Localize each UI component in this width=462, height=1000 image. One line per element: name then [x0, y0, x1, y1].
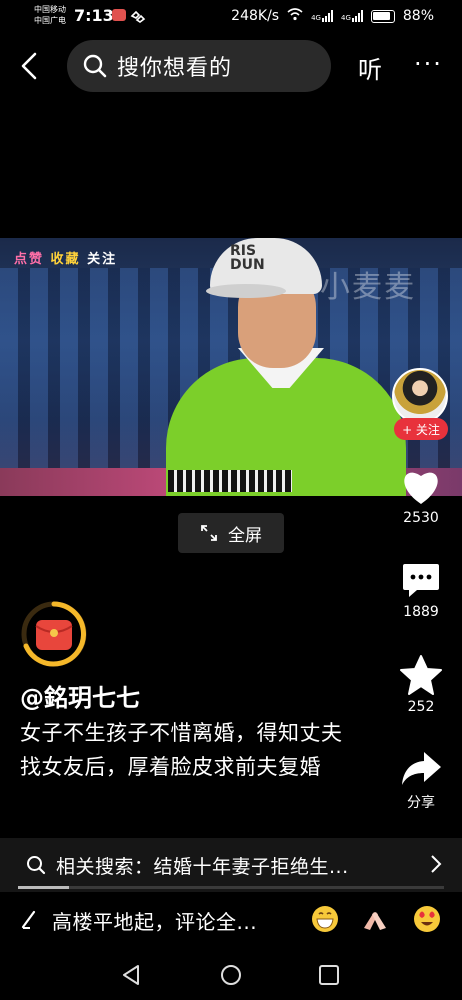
heart-eyes-face-icon [414, 906, 440, 932]
signal-label-1: 4G [311, 14, 321, 22]
favorite-button[interactable]: 252 [396, 655, 446, 715]
cap-text: RIS DUN [230, 244, 265, 272]
share-label: 分享 [407, 795, 435, 811]
status-right: 248K/s 4G 4G 88% [231, 7, 434, 25]
back-button[interactable] [14, 48, 44, 84]
like-button[interactable]: 2530 [396, 468, 446, 526]
carrier-line-1: 中国移动 [34, 5, 66, 14]
clock: 7:13 [74, 6, 114, 25]
battery-level: 88% [402, 8, 434, 24]
search-icon [27, 856, 46, 875]
grin-emoji-button[interactable] [310, 904, 340, 934]
chevron-right-icon [431, 855, 442, 873]
comment-input[interactable]: 高楼平地起，评论全... [0, 893, 462, 947]
video-player[interactable]: 点赞 收藏 关注 小麦麦 RIS DUN [0, 238, 462, 496]
favorite-count: 252 [407, 699, 435, 715]
share-button[interactable]: 分享 [396, 750, 446, 812]
wifi-icon [287, 7, 303, 25]
video-subtitle [168, 470, 292, 492]
follow-button[interactable]: + 关注 [394, 418, 448, 440]
cap-text-line-2: DUN [230, 257, 265, 273]
share-arrow-icon [402, 752, 441, 785]
comment-button[interactable]: 1889 [396, 562, 446, 620]
overlay-tag-follow: 关注 [87, 252, 118, 267]
cap-text-line-1: RIS [230, 243, 257, 259]
author-avatar[interactable] [392, 368, 448, 424]
related-search-text: 相关搜索：结婚十年妻子拒绝生... [56, 855, 349, 878]
cellular-signal-icon-2: 4G [341, 10, 363, 22]
search-input[interactable]: 搜你想看的 [67, 40, 331, 92]
nav-back-icon[interactable] [120, 964, 142, 986]
overlay-tag-favorite: 收藏 [50, 252, 81, 267]
star-icon [400, 655, 442, 695]
carrier-label: 中国移动 中国广电 [34, 4, 66, 26]
heart-eyes-emoji-button[interactable] [412, 904, 442, 934]
comment-placeholder: 高楼平地起，评论全... [52, 909, 258, 934]
clapping-hands-icon [364, 912, 386, 930]
video-overlay-tags: 点赞 收藏 关注 [14, 248, 117, 267]
author-name[interactable]: @銘玥七七 [20, 678, 140, 713]
heart-icon [404, 472, 438, 504]
person-cap-brim [206, 284, 286, 298]
system-navigation-bar [0, 950, 462, 1000]
overlay-tag-like: 点赞 [14, 252, 45, 267]
carrier-line-2: 中国广电 [34, 16, 66, 25]
expand-icon [201, 525, 217, 541]
video-person: RIS DUN [166, 238, 406, 496]
cellular-signal-icon-1: 4G [311, 10, 333, 22]
hands-emoji-button[interactable] [360, 904, 390, 934]
chevron-left-icon [21, 52, 37, 80]
related-search-bar[interactable]: 相关搜索：结婚十年妻子拒绝生... [0, 838, 462, 892]
nav-recents-icon[interactable] [318, 964, 340, 986]
fullscreen-button[interactable]: 全屏 [178, 513, 284, 553]
link-notification-icon [130, 8, 146, 27]
like-count: 2530 [403, 510, 439, 526]
post-description: 女子不生孩子不惜离婚，得知丈夫找女友后，厚着脸皮求前夫复婚 [20, 721, 343, 779]
battery-icon [370, 9, 395, 23]
comment-icon [403, 564, 439, 597]
search-placeholder: 搜你想看的 [117, 56, 233, 81]
playback-progress-bar[interactable] [18, 886, 444, 889]
red-packet-icon [21, 601, 87, 667]
red-packet-button[interactable] [20, 600, 88, 668]
playback-progress-fill [18, 886, 70, 889]
network-speed: 248K/s [231, 8, 280, 24]
nav-home-icon[interactable] [220, 964, 242, 986]
search-icon [83, 54, 107, 78]
app-notification-icon [112, 9, 126, 21]
signal-label-2: 4G [340, 14, 351, 22]
listen-button[interactable]: 听 [358, 50, 382, 85]
status-bar: 中国移动 中国广电 7:13 248K/s 4G 4G 88% [0, 0, 462, 34]
fullscreen-label: 全屏 [228, 525, 262, 546]
more-options-button[interactable]: ··· [414, 50, 443, 78]
comment-count: 1889 [403, 604, 439, 620]
grinning-face-icon [312, 906, 338, 932]
pencil-icon [21, 910, 36, 929]
